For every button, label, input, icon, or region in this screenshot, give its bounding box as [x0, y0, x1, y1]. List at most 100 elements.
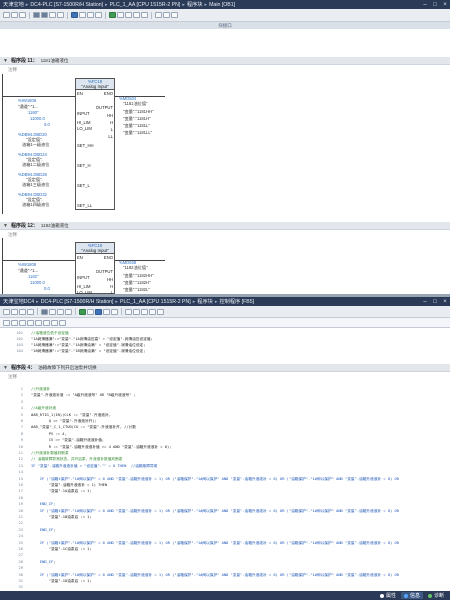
segment-header[interactable]: ▼ 程序段 12： 1182油箱液位 [0, 222, 450, 230]
code-text[interactable]: "1A润滑器满":="变量"."1A润滑油压高" = "设定值".润滑油压设定值… [31, 337, 153, 341]
operand-value[interactable]: 11000.0 [30, 116, 45, 121]
code-text[interactable]: "变量".油箱升液液补 = 1) THEN [31, 483, 107, 487]
code-text[interactable]: "变量".1C油泵启 := 1; [31, 547, 92, 551]
code-text[interactable]: IF ("油箱1保护"."1#阀以保护" = 0 AND "变量".油箱升液液补… [31, 541, 399, 545]
operand-address[interactable]: 1182" [28, 274, 39, 279]
toolbar-button[interactable] [41, 308, 48, 315]
toolbar-button[interactable] [133, 12, 140, 18]
code-line[interactable]: 12 // 油箱故障异常状态，并开启泵，升液液补数值判断泵 [0, 456, 450, 462]
toolbar-button[interactable] [57, 308, 64, 315]
code-line[interactable]: 25 IF ("油箱1保护"."1#阀以保护" = 0 AND "变量".油箱升… [0, 540, 450, 546]
code-line[interactable]: 6 Q => "变量".升液液补开); [0, 418, 450, 424]
toolbar-button[interactable] [109, 12, 116, 18]
code-line[interactable]: 3 [0, 399, 450, 405]
code-text[interactable]: Q => "变量".升液液补开); [31, 419, 97, 423]
operand-symbol[interactable]: "变量"."1181L" [123, 123, 150, 128]
toolbar-button[interactable] [27, 319, 34, 326]
code-line[interactable]: 10 R := "变量".油箱升液液补值 >= 4 AND "变量".油箱升液液… [0, 444, 450, 450]
scl-code-editor[interactable]: 1 //升液液补 2 "变量".升液液补液 := "A级升液液号" OR "B级升液液… [0, 386, 450, 591]
code-line[interactable]: 9 CV => "变量".油箱升液液补值, [0, 437, 450, 443]
operand-symbol[interactable]: 油箱1二级液位 [22, 162, 49, 167]
code-line[interactable]: 24 [0, 533, 450, 539]
operand-symbol[interactable]: 油箱1四级液位 [22, 202, 49, 207]
operand-address[interactable]: %IW1808 [18, 262, 36, 267]
code-text[interactable]: PV := 4, [31, 432, 67, 436]
toolbar-button[interactable] [87, 308, 94, 315]
toolbar-button[interactable] [133, 308, 140, 315]
toolbar-button[interactable] [11, 319, 18, 326]
code-line[interactable]: 21 "变量".1B油泵启 := 1; [0, 514, 450, 520]
code-text[interactable]: "变量".1D油泵启 := 1; [31, 579, 92, 583]
code-text[interactable]: "变量".1B油泵启 := 1; [31, 515, 92, 519]
tab-properties[interactable]: 属性 [377, 592, 399, 599]
toolbar-button[interactable] [125, 12, 132, 18]
toolbar-button[interactable] [117, 12, 124, 18]
operand-symbol[interactable]: "变量"."1181HH" [123, 109, 154, 114]
toolbar-button[interactable] [71, 12, 78, 18]
code-line[interactable]: 23 END_IF; [0, 527, 450, 533]
code-line[interactable]: 13 IF "变量".油箱升液液补值 = "设定值"."" = 0 THEN //… [0, 463, 450, 469]
toolbar-button[interactable] [49, 308, 56, 315]
toolbar-button[interactable] [51, 319, 58, 326]
toolbar-button[interactable] [11, 12, 18, 18]
code-text[interactable]: //升液液补数值判断泵 [31, 451, 69, 455]
toolbar-button[interactable] [43, 319, 50, 326]
toolbar-button[interactable] [41, 12, 48, 18]
code-text[interactable]: #AB_"变量"_C_1_CTUD(CU := "变量".升液液补开, //计数 [31, 425, 136, 429]
code-text[interactable]: IF "变量".油箱升液液补值 = "设定值"."" = 0 THEN //油箱… [31, 464, 157, 468]
code-text[interactable]: CV => "变量".油箱升液液补值, [31, 438, 104, 442]
toolbar-button[interactable] [59, 319, 66, 326]
segment-header[interactable]: ▼ 程序段 11： 1181油箱液位 [0, 57, 450, 65]
toolbar-button[interactable] [57, 12, 64, 18]
operand-symbol[interactable]: "变量"."1181H" [123, 116, 151, 121]
segment-header[interactable]: ▼ 程序段 4： 油箱故障下列开启油泵并切换 [0, 364, 450, 372]
code-line[interactable]: 16 "变量".油箱升液液补 = 1) THEN [0, 482, 450, 488]
operand-value[interactable]: 0.0 [44, 122, 50, 127]
toolbar-button[interactable] [95, 308, 102, 315]
operand-symbol[interactable]: "变量"."1181LL" [123, 130, 152, 135]
code-line[interactable]: 31 "变量".1D油泵启 := 1; [0, 578, 450, 584]
toolbar-button[interactable] [3, 319, 10, 326]
code-line[interactable]: 18 [0, 495, 450, 501]
operand-symbol[interactable]: "1181油位值" [123, 101, 148, 106]
toolbar-button[interactable] [125, 308, 132, 315]
close-icon[interactable]: × [440, 0, 450, 9]
code-line[interactable]: 27 [0, 552, 450, 558]
code-text[interactable]: //升液液补 [31, 387, 50, 391]
code-line[interactable]: 8 PV := 4, [0, 431, 450, 437]
minimize-icon[interactable]: – [420, 297, 430, 306]
operand-address[interactable]: %IW1806 [18, 98, 36, 103]
chevron-down-icon[interactable]: ▼ [3, 365, 8, 371]
code-line[interactable]: 28 END_IF; [0, 559, 450, 565]
toolbar-button[interactable] [141, 12, 148, 18]
code-line[interactable]: 4 //A级升液补液 [0, 405, 450, 411]
minimize-icon[interactable]: – [420, 0, 430, 9]
operand-symbol[interactable]: "1182油位值" [123, 265, 148, 270]
code-text[interactable]: //A级升液补液 [31, 406, 56, 410]
toolbar-button[interactable] [79, 308, 86, 315]
toolbar-button[interactable] [95, 12, 102, 18]
code-text[interactable]: END_IF; [31, 502, 56, 506]
operand-symbol[interactable]: "通道"-"1... [18, 104, 38, 109]
maximize-icon[interactable]: □ [430, 297, 440, 306]
code-line[interactable]: 17 "变量".1A油泵启 := 1; [0, 488, 450, 494]
code-text[interactable]: END_IF; [31, 528, 56, 532]
toolbar-button[interactable] [65, 308, 72, 315]
toolbar-button[interactable] [157, 308, 164, 315]
toolbar-button[interactable] [163, 12, 170, 18]
operand-symbol[interactable]: "变量"."1182H" [123, 280, 151, 285]
code-line[interactable]: 15 IF ("油箱1保护"."1#阀以保护" = 0 AND "变量".油箱升… [0, 476, 450, 482]
toolbar-button[interactable] [149, 308, 156, 315]
toolbar-button[interactable] [19, 308, 26, 315]
code-line[interactable]: 32 [0, 584, 450, 590]
code-line[interactable]: 2 "变量".升液液补液 := "A级升液液号" OR "B级升液液号" ; [0, 392, 450, 398]
code-line[interactable]: 26 "变量".1C油泵启 := 1; [0, 546, 450, 552]
segment-comment[interactable]: 注释 [8, 374, 17, 380]
toolbar-button[interactable] [35, 319, 42, 326]
operand-value[interactable]: 0.0 [44, 286, 50, 291]
toolbar-button[interactable] [3, 12, 10, 18]
operand-address[interactable]: 1180" [28, 110, 39, 115]
operand-symbol[interactable]: "变量"."1182L" [123, 287, 150, 292]
function-block[interactable]: %FC18 "Analog Input" EN ENO INPUT HI_LIM … [75, 78, 115, 210]
code-line[interactable]: 19 END_IF; [0, 501, 450, 507]
